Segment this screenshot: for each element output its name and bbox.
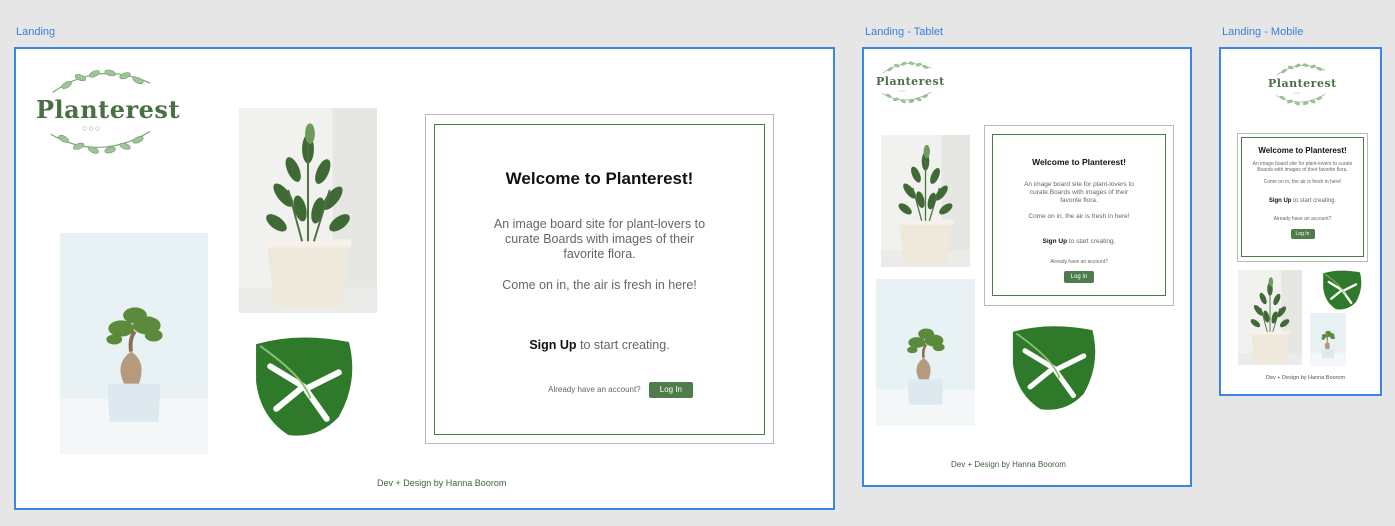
- signup-link[interactable]: Sign Up: [1043, 238, 1068, 245]
- desktop-frame: Planterest ○○○ Welcome to Planterest! An…: [14, 47, 835, 510]
- footer-credit: Dev + Design by Hanna Boorom: [377, 478, 507, 488]
- welcome-tagline: Come on in, the air is fresh in here!: [1263, 179, 1342, 185]
- logo-wordmark: Planterest: [876, 75, 945, 88]
- frame-label-desktop: Landing: [16, 26, 56, 38]
- signup-suffix: to start creating.: [1291, 198, 1337, 204]
- logo-wordmark: Planterest: [36, 95, 181, 124]
- frame-label-tablet: Landing - Tablet: [865, 26, 944, 38]
- monstera-leaf-photo: [1320, 270, 1364, 310]
- tablet-frame: Planterest ○○○ Welcome to Planterest! An…: [862, 47, 1192, 487]
- logo-wordmark: Planterest: [1268, 77, 1337, 90]
- frame-label-mobile: Landing - Mobile: [1222, 26, 1304, 38]
- monstera-leaf-photo: [248, 336, 359, 437]
- welcome-card: Welcome to Planterest! An image board si…: [992, 134, 1166, 296]
- logo: Planterest ○○○: [874, 59, 944, 105]
- login-button[interactable]: Log In: [1064, 271, 1094, 283]
- signup-link[interactable]: Sign Up: [529, 338, 576, 352]
- welcome-description: An image board site for plant-lovers to …: [493, 217, 706, 261]
- login-prompt: Already have an account?: [1273, 216, 1332, 222]
- login-prompt: Already have an account?: [548, 385, 641, 394]
- welcome-title: Welcome to Planterest!: [1258, 146, 1347, 155]
- login-row: Already have an account? Log In: [435, 382, 764, 398]
- logo-dots: ○○○: [82, 123, 102, 133]
- login-prompt: Already have an account?: [1050, 259, 1108, 265]
- footer-credit: Dev + Design by Hanna Boorom: [951, 460, 1066, 469]
- signup-suffix: to start creating.: [576, 338, 670, 352]
- zz-plant-photo: [1238, 270, 1302, 365]
- login-button[interactable]: Log In: [648, 382, 693, 398]
- zz-plant-photo: [881, 135, 970, 267]
- logo-dots: ○○○: [1293, 90, 1301, 95]
- zz-plant-photo: [239, 108, 377, 313]
- signup-line: Sign Up to start creating.: [435, 338, 764, 352]
- footer-credit: Dev + Design by Hanna Boorom: [1266, 375, 1346, 381]
- bonsai-photo: [60, 233, 208, 454]
- welcome-title: Welcome to Planterest!: [1032, 157, 1126, 167]
- welcome-tagline: Come on in, the air is fresh in here!: [1028, 213, 1130, 220]
- welcome-description: An image board site for plant-lovers to …: [1024, 181, 1134, 204]
- logo: Planterest ○○○: [34, 61, 180, 161]
- welcome-tagline: Come on in, the air is fresh in here!: [502, 278, 697, 292]
- welcome-title: Welcome to Planterest!: [505, 169, 694, 188]
- signup-line: Sign Up to start creating.: [993, 238, 1165, 245]
- mobile-frame: Planterest ○○○ Welcome to Planterest! An…: [1219, 47, 1382, 396]
- bonsai-photo: [1310, 313, 1346, 366]
- logo-dots: ○○○: [898, 88, 906, 93]
- login-button[interactable]: Log In: [1290, 229, 1315, 239]
- welcome-card: Welcome to Planterest! An image board si…: [434, 124, 765, 435]
- welcome-card: Welcome to Planterest! An image board si…: [1241, 137, 1364, 257]
- logo: Planterest ○○○: [1267, 61, 1336, 107]
- bonsai-photo: [876, 279, 975, 426]
- monstera-leaf-photo: [1006, 325, 1101, 411]
- signup-suffix: to start creating.: [1067, 238, 1116, 245]
- signup-line: Sign Up to start creating.: [1242, 198, 1363, 204]
- signup-link[interactable]: Sign Up: [1269, 198, 1292, 204]
- welcome-description: An image board site for plant-lovers to …: [1252, 161, 1353, 173]
